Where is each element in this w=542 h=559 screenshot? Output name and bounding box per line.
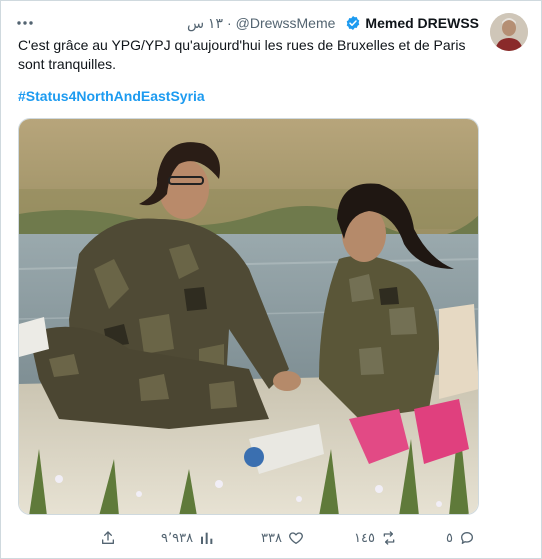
share-button[interactable]: [100, 526, 116, 550]
tweet-header: ١٣ س · @DrewssMeme Memed DREWSS: [187, 13, 479, 33]
reply-button[interactable]: ٥: [446, 526, 475, 550]
like-icon: [289, 532, 303, 544]
verified-badge-icon: [347, 16, 360, 30]
display-name[interactable]: Memed DREWSS: [365, 15, 479, 31]
retweet-count: ١٤٥: [354, 530, 375, 545]
tweet-photo[interactable]: [18, 118, 479, 515]
tweet-text: C'est grâce au YPG/YPJ qu'aujourd'hui le…: [18, 37, 466, 72]
more-icon: [17, 21, 33, 25]
tweet-action-bar: ٩٬٩٣٨ ٣٣٨ ١٤٥ ٥: [1, 526, 542, 550]
more-options-button[interactable]: [15, 15, 35, 31]
tweet-card[interactable]: ١٣ س · @DrewssMeme Memed DREWSS C'est gr…: [0, 0, 542, 559]
like-button[interactable]: ٣٣٨: [261, 526, 304, 550]
hashtag-link[interactable]: #Status4NorthAndEastSyria: [18, 88, 205, 104]
share-icon: [102, 531, 114, 544]
reply-count: ٥: [446, 530, 453, 545]
separator-dot: ·: [226, 15, 232, 31]
avatar[interactable]: [490, 13, 528, 51]
like-count: ٣٣٨: [261, 530, 282, 545]
views-icon: [201, 532, 213, 544]
user-handle[interactable]: @DrewssMeme: [236, 15, 336, 31]
views-button[interactable]: ٩٬٩٣٨: [161, 526, 215, 550]
reply-icon: [460, 532, 473, 544]
tweet-timestamp[interactable]: ١٣ س: [187, 15, 223, 32]
retweet-button[interactable]: ١٤٥: [354, 526, 397, 550]
views-count: ٩٬٩٣٨: [161, 530, 194, 545]
retweet-icon: [383, 531, 395, 545]
